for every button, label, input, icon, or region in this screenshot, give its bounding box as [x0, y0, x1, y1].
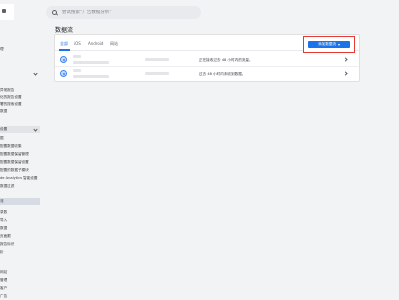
- sidebar-item-4[interactable]: 数据: [0, 109, 40, 114]
- search-box[interactable]: [46, 6, 201, 19]
- redacted-stream-id: [145, 58, 169, 61]
- sidebar-item-14[interactable]: 录数: [0, 210, 40, 215]
- chevron-right-icon: [343, 71, 348, 76]
- sidebar-item-22[interactable]: 客户: [0, 286, 40, 291]
- active-tab-indicator: [59, 49, 70, 51]
- search-input[interactable]: [62, 10, 192, 15]
- add-stream-button-label: 添加数据流: [318, 42, 336, 46]
- app-logo-icon: [2, 9, 6, 13]
- redacted-stream-url: [73, 75, 109, 78]
- add-stream-button-highlight: 添加数据流: [303, 36, 355, 53]
- sidebar-item-1[interactable]: 异常报告: [0, 88, 40, 93]
- tab-all[interactable]: 全部: [60, 41, 68, 47]
- sidebar-item-15[interactable]: 导入: [0, 218, 40, 223]
- sidebar-item-3[interactable]: 署的搜索设置: [0, 102, 40, 107]
- web-stream-icon: [60, 70, 67, 77]
- sidebar-item-0[interactable]: 理: [0, 47, 40, 52]
- page-title: 数据流: [55, 27, 74, 34]
- tab-ios[interactable]: iOS: [74, 41, 81, 46]
- sidebar-item-9[interactable]: 配置数据保留设置: [0, 160, 40, 165]
- sidebar-item-12[interactable]: 数据过滤: [0, 184, 40, 189]
- web-stream-icon: [60, 56, 67, 63]
- stream-row[interactable]: 过去 48 小时内未收到数据。: [55, 67, 359, 81]
- redacted-stream-name: [73, 55, 81, 58]
- top-bar: [0, 0, 399, 24]
- redacted-stream-name: [73, 69, 81, 72]
- chevron-right-icon: [343, 57, 348, 62]
- app-switcher[interactable]: [0, 4, 14, 20]
- redacted-stream-id: [145, 72, 169, 75]
- sidebar-item-19[interactable]: 析: [0, 250, 40, 255]
- chevron-down-icon[interactable]: [33, 71, 38, 76]
- sidebar-item-18[interactable]: 报告标识: [0, 242, 40, 247]
- sidebar-item-20[interactable]: 网站: [0, 270, 40, 275]
- sidebar-item-10[interactable]: 配置的数据子模块: [0, 168, 40, 173]
- sidebar-item-11[interactable]: de Analytics 智能设置: [0, 176, 40, 181]
- sidebar-item-2[interactable]: 化的报告设置: [0, 95, 40, 100]
- sidebar-item-21[interactable]: 管理: [0, 278, 40, 283]
- app-window: 理 异常报告 化的报告设置 署的搜索设置 数据 设置 据 配置数据收集 配置数据…: [0, 0, 399, 300]
- sidebar-item-8[interactable]: 配置数据保留管理: [0, 152, 40, 157]
- caret-down-icon: [337, 43, 340, 46]
- redacted-stream-url: [73, 61, 109, 64]
- sidebar-item-23[interactable]: 广告: [0, 294, 40, 299]
- search-icon: [52, 10, 57, 15]
- sidebar-item-7[interactable]: 配置数据收集: [0, 144, 40, 149]
- data-streams-card: 全部 iOS Android 网站 添加数据流 正在接收过去 48 小时内的流量…: [54, 34, 360, 82]
- sidebar-item-17[interactable]: 页面跟: [0, 234, 40, 239]
- stream-status: 过去 48 小时内未收到数据。: [199, 72, 246, 76]
- stream-status: 正在接收过去 48 小时内的流量。: [199, 58, 253, 62]
- add-stream-button[interactable]: 添加数据流: [308, 41, 350, 48]
- sidebar-item-6[interactable]: 据: [0, 136, 40, 141]
- sidebar: 理 异常报告 化的报告设置 署的搜索设置 数据 设置 据 配置数据收集 配置数据…: [0, 24, 40, 300]
- sidebar-item-16[interactable]: 数据: [0, 226, 40, 231]
- tab-android[interactable]: Android: [88, 41, 103, 46]
- stream-row[interactable]: 正在接收过去 48 小时内的流量。: [55, 53, 359, 67]
- tab-web[interactable]: 网站: [110, 41, 118, 47]
- sidebar-item-13[interactable]: 流: [0, 199, 40, 204]
